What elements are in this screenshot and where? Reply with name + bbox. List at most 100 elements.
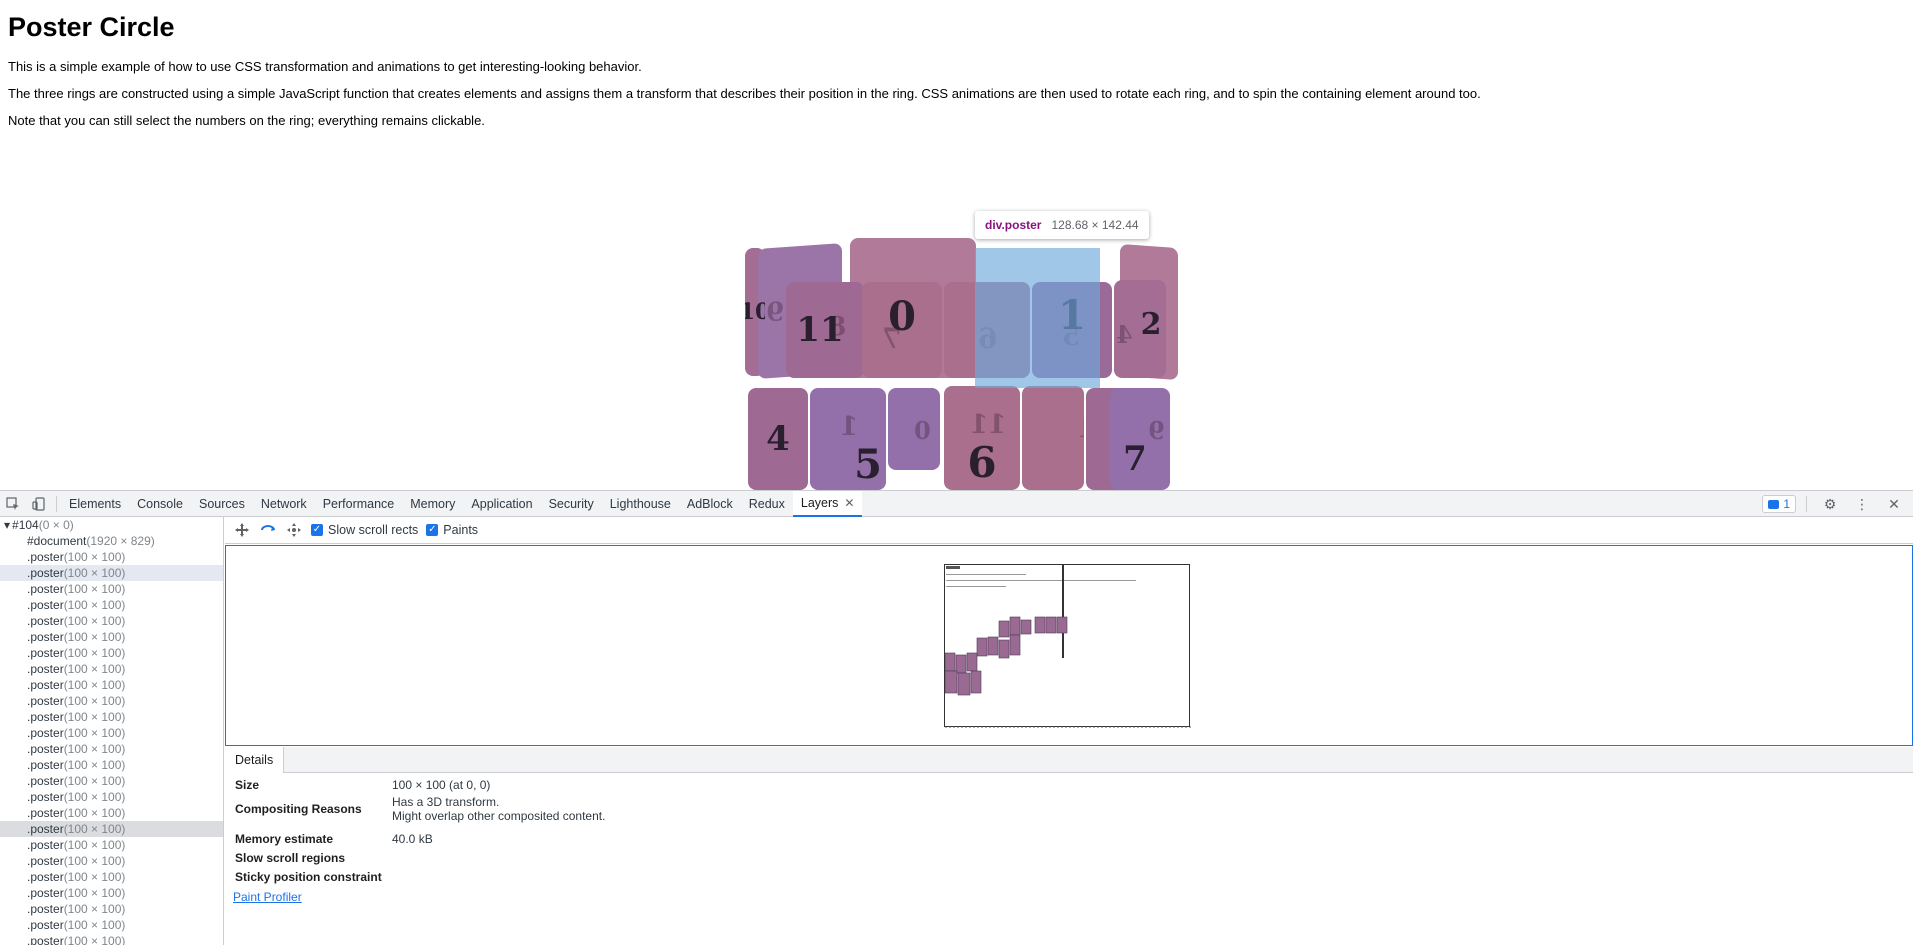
layer-name: .poster xyxy=(27,710,64,724)
layer-tree-item[interactable]: .poster(100 × 100) xyxy=(0,725,223,741)
pan-mode-icon[interactable] xyxy=(233,521,251,539)
sticky-constraint-label: Sticky position constraint xyxy=(235,870,382,884)
tab-application[interactable]: Application xyxy=(463,491,540,517)
device-toolbar-icon[interactable] xyxy=(26,491,52,517)
tab-redux[interactable]: Redux xyxy=(741,491,793,517)
layer-tree-item[interactable]: .poster(100 × 100) xyxy=(0,677,223,693)
slow-scroll-rects-checkbox[interactable]: ✓ Slow scroll rects xyxy=(311,523,418,537)
issues-badge[interactable]: 1 xyxy=(1762,495,1796,513)
poster[interactable]: 11 8 xyxy=(786,282,864,378)
layer-dimensions: (100 × 100) xyxy=(63,934,126,945)
close-icon[interactable]: ✕ xyxy=(1881,491,1907,517)
message-icon xyxy=(1768,499,1780,509)
compositing-reason-2: Might overlap other composited content. xyxy=(392,809,606,823)
devtools-right-controls: 1 ⚙ ⋮ ✕ xyxy=(1762,491,1913,517)
detail-row-sticky: Sticky position constraint xyxy=(235,870,435,884)
details-tabbar: Details xyxy=(225,747,1913,773)
layer-tree-item[interactable]: .poster(100 × 100) xyxy=(0,565,223,581)
layer-tree-item[interactable]: .poster(100 × 100) xyxy=(0,613,223,629)
poster[interactable]: 0 xyxy=(888,388,940,470)
layer-dimensions: (100 × 100) xyxy=(63,726,126,740)
tooltip-tag: div.poster xyxy=(985,218,1042,232)
layer-name: #document xyxy=(27,534,87,548)
tab-security[interactable]: Security xyxy=(541,491,602,517)
paint-profiler-link[interactable]: Paint Profiler xyxy=(233,890,302,904)
layer-name: .poster xyxy=(27,774,64,788)
layer-dimensions: (100 × 100) xyxy=(63,566,126,580)
gear-icon[interactable]: ⚙ xyxy=(1817,491,1843,517)
layer-tree-item[interactable]: .poster(100 × 100) xyxy=(0,773,223,789)
tab-lighthouse[interactable]: Lighthouse xyxy=(602,491,679,517)
tab-adblock[interactable]: AdBlock xyxy=(679,491,741,517)
layer-tree-item[interactable]: .poster(100 × 100) xyxy=(0,933,223,945)
tab-memory[interactable]: Memory xyxy=(402,491,463,517)
poster-circle-stage: 10 9 118 07 6 15 24 4 15 0 116 01 79 xyxy=(0,0,1913,490)
layer-tree-item[interactable]: .poster(100 × 100) xyxy=(0,645,223,661)
reset-transform-icon[interactable] xyxy=(285,521,303,539)
poster[interactable]: 4 xyxy=(748,388,808,490)
layer-tree-item[interactable]: .poster(100 × 100) xyxy=(0,917,223,933)
layer-tree-item[interactable]: .poster(100 × 100) xyxy=(0,661,223,677)
layer-dimensions: (100 × 100) xyxy=(63,614,126,628)
layer-name: .poster xyxy=(27,902,64,916)
layer-tree-item[interactable]: .poster(100 × 100) xyxy=(0,709,223,725)
layer-tree-item[interactable]: .poster(100 × 100) xyxy=(0,901,223,917)
tab-network[interactable]: Network xyxy=(253,491,315,517)
layer-details: Size 100 × 100 (at 0, 0) Compositing Rea… xyxy=(225,773,1913,945)
poster[interactable]: 24 xyxy=(1114,280,1166,378)
issues-count: 1 xyxy=(1783,497,1790,511)
detail-row-compositing: Compositing Reasons Has a 3D transform. … xyxy=(235,795,605,823)
layer-tree-item[interactable]: .poster(100 × 100) xyxy=(0,789,223,805)
tab-details[interactable]: Details xyxy=(225,747,285,773)
layer-tree-item[interactable]: .poster(100 × 100) xyxy=(0,629,223,645)
expand-triangle-icon[interactable]: ▾ xyxy=(4,518,10,532)
layer-tree-item[interactable]: .poster(100 × 100) xyxy=(0,821,223,837)
inspect-element-icon[interactable] xyxy=(0,491,26,517)
layer-name: .poster xyxy=(27,870,64,884)
layer-tree-item[interactable]: .poster(100 × 100) xyxy=(0,549,223,565)
tab-performance[interactable]: Performance xyxy=(315,491,403,517)
layer-dimensions: (100 × 100) xyxy=(63,630,126,644)
more-options-icon[interactable]: ⋮ xyxy=(1849,491,1875,517)
tab-console[interactable]: Console xyxy=(129,491,191,517)
layer-dimensions: (100 × 100) xyxy=(63,886,126,900)
poster[interactable]: 11 6 xyxy=(944,386,1020,490)
poster[interactable]: 01 xyxy=(1022,386,1084,490)
layer-dimensions: (100 × 100) xyxy=(63,758,126,772)
layers-3d-view[interactable] xyxy=(225,545,1913,746)
element-highlight-overlay xyxy=(975,248,1100,388)
poster[interactable]: 79 xyxy=(1110,388,1170,490)
layer-tree-item[interactable]: .poster(100 × 100) xyxy=(0,693,223,709)
layer-tree: ▾ #104(0 × 0) #document(1920 × 829) .poster… xyxy=(0,517,224,945)
layer-tree-item[interactable]: .poster(100 × 100) xyxy=(0,837,223,853)
layer-tree-item[interactable]: .poster(100 × 100) xyxy=(0,757,223,773)
layer-tree-item[interactable]: .poster(100 × 100) xyxy=(0,853,223,869)
layer-tree-item[interactable]: .poster(100 × 100) xyxy=(0,885,223,901)
tab-elements[interactable]: Elements xyxy=(61,491,129,517)
layer-name: .poster xyxy=(27,630,64,644)
layers-3d-preview[interactable] xyxy=(944,564,1191,728)
close-tab-icon[interactable]: ✕ xyxy=(844,496,854,510)
layer-dimensions: (100 × 100) xyxy=(63,694,126,708)
layer-dimensions: (100 × 100) xyxy=(63,646,126,660)
layer-tree-item[interactable]: .poster(100 × 100) xyxy=(0,741,223,757)
layer-tree-item[interactable]: .poster(100 × 100) xyxy=(0,805,223,821)
layer-tree-item[interactable]: .poster(100 × 100) xyxy=(0,597,223,613)
layer-tree-root[interactable]: ▾ #104(0 × 0) xyxy=(0,517,223,533)
poster[interactable]: 15 xyxy=(810,388,886,490)
layer-dimensions: (100 × 100) xyxy=(63,662,126,676)
layer-tree-item[interactable]: #document(1920 × 829) xyxy=(0,533,223,549)
layer-tree-item[interactable]: .poster(100 × 100) xyxy=(0,581,223,597)
paints-checkbox[interactable]: ✓ Paints xyxy=(426,523,478,537)
memory-label: Memory estimate xyxy=(235,832,334,846)
layer-dimensions: (100 × 100) xyxy=(63,742,126,756)
size-label: Size xyxy=(235,778,260,792)
tab-sources[interactable]: Sources xyxy=(191,491,253,517)
layer-tree-item[interactable]: .poster(100 × 100) xyxy=(0,869,223,885)
layer-name: .poster xyxy=(27,918,64,932)
detail-row-size: Size 100 × 100 (at 0, 0) xyxy=(235,778,490,792)
tab-layers[interactable]: Layers ✕ xyxy=(792,490,863,517)
poster[interactable]: 07 xyxy=(862,282,942,378)
rotate-mode-icon[interactable] xyxy=(259,521,277,539)
layer-name: .poster xyxy=(27,694,64,708)
